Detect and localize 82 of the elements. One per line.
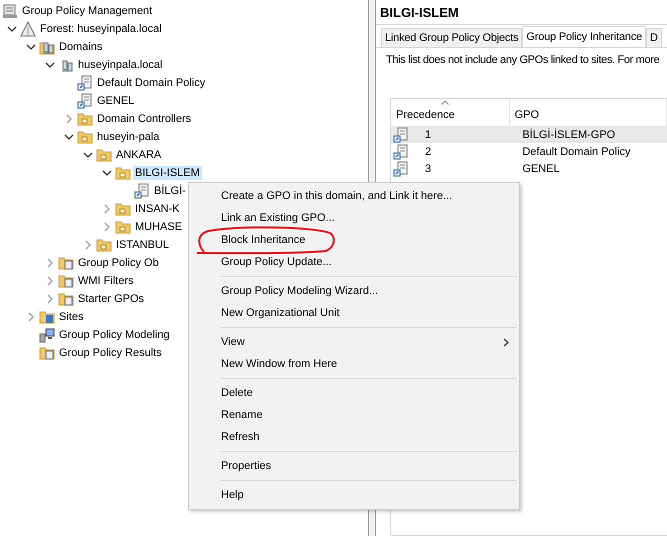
policy-shortcut-icon: [393, 160, 409, 176]
table-cell-text: 1: [424, 128, 432, 140]
computer-icon: [39, 327, 55, 343]
folder-icon: [58, 273, 74, 289]
chevron-right-icon[interactable]: [102, 222, 112, 232]
chevron-down-icon[interactable]: [45, 60, 55, 70]
tree-item[interactable]: Group Policy Results: [57, 346, 164, 360]
chevron-down-icon[interactable]: [26, 42, 36, 52]
folder-icon: [77, 129, 93, 145]
table-row[interactable]: 2 Default Domain Policy: [391, 143, 667, 160]
tree-item[interactable]: Forest: huseyinpala.local: [38, 22, 164, 36]
folder-icon: [39, 309, 55, 325]
tree-item[interactable]: Default Domain Policy: [95, 76, 208, 90]
folder-icon: [58, 291, 74, 307]
tree-item[interactable]: ISTANBUL: [114, 238, 171, 252]
chevron-right-icon[interactable]: [45, 258, 55, 268]
tree-item[interactable]: ANKARA: [114, 148, 164, 162]
folder-icon: [96, 237, 112, 253]
folder-icon: [58, 255, 74, 271]
policy-shortcut-icon: [134, 183, 150, 199]
chevron-right-icon[interactable]: [45, 294, 55, 304]
table-cell-text: Default Domain Policy: [521, 146, 632, 158]
tree-item[interactable]: huseyin-pala: [95, 130, 162, 144]
menu-item[interactable]: Create a GPO in this domain, and Link it here...: [189, 185, 519, 207]
table-cell-text: BİLGİ-İSLEM-GPO: [521, 128, 616, 140]
tree-item[interactable]: GENEL: [95, 94, 136, 108]
table-cell-text: 2: [424, 146, 432, 158]
menu-item[interactable]: Refresh: [189, 426, 519, 448]
policy-shortcut-icon: [77, 93, 93, 109]
menu-item[interactable]: Help: [189, 484, 519, 506]
tree-item[interactable]: Domains: [57, 40, 104, 54]
chevron-right-icon[interactable]: [102, 204, 112, 214]
folder-icon: [115, 201, 131, 217]
tree-item[interactable]: Starter GPOs: [76, 292, 146, 306]
policy-shortcut-icon: [77, 75, 93, 91]
chevron-down-icon[interactable]: [102, 168, 112, 178]
tree-item[interactable]: INSAN-K: [133, 202, 182, 216]
table-cell-text: 3: [424, 162, 432, 174]
tree-icon: [20, 21, 36, 37]
folder-icon: [115, 165, 131, 181]
table-row[interactable]: 1 BİLGİ-İSLEM-GPO: [391, 126, 667, 143]
menu-item[interactable]: Link an Existing GPO...: [189, 207, 519, 229]
tree-item[interactable]: Group Policy Management: [20, 4, 154, 18]
chevron-right-icon[interactable]: [64, 114, 74, 124]
tab[interactable]: D: [646, 28, 662, 47]
menu-item[interactable]: New Window from Here: [189, 353, 519, 375]
tree-item[interactable]: Sites: [57, 310, 86, 324]
chevron-down-icon[interactable]: [64, 132, 74, 142]
folder-icon: [96, 147, 112, 163]
chevron-right-icon[interactable]: [26, 312, 36, 322]
table-cell-text: GENEL: [521, 162, 561, 174]
menu-item[interactable]: Delete: [189, 382, 519, 404]
console-icon: [2, 3, 18, 19]
table-row[interactable]: 3 GENEL: [391, 160, 667, 177]
folder-icon: [115, 219, 131, 235]
tree-item[interactable]: BİLGİ-: [152, 184, 188, 198]
tab[interactable]: Linked Group Policy Objects: [381, 28, 522, 47]
tree-item[interactable]: Group Policy Ob: [76, 256, 161, 270]
chevron-right-icon[interactable]: [45, 276, 55, 286]
tab[interactable]: Group Policy Inheritance: [522, 26, 646, 47]
menu-item[interactable]: Group Policy Modeling Wizard...: [189, 280, 519, 302]
tree-item[interactable]: Group Policy Modeling: [57, 328, 172, 342]
folder-icon: [39, 345, 55, 361]
menu-item[interactable]: Block Inheritance: [189, 229, 519, 251]
info-text: This list does not include any GPOs linked to sites. For more: [385, 53, 660, 68]
tree-item[interactable]: BILGI-ISLEM: [133, 166, 202, 180]
chevron-down-icon[interactable]: [83, 150, 93, 160]
folder-icon: [77, 111, 93, 127]
menu-item[interactable]: New Organizational Unit: [189, 302, 519, 324]
chevron-down-icon[interactable]: [7, 24, 17, 34]
menu-item[interactable]: View: [189, 331, 519, 353]
menu-item[interactable]: Group Policy Update...: [189, 251, 519, 273]
policy-shortcut-icon: [393, 126, 409, 142]
pane-title: BILGI-ISLEM: [376, 0, 667, 25]
menu-item[interactable]: Properties: [189, 455, 519, 477]
tree-item[interactable]: huseyinpala.local: [76, 58, 164, 72]
tree-item[interactable]: Domain Controllers: [95, 112, 194, 126]
menu-item[interactable]: Rename: [189, 404, 519, 426]
tree-item[interactable]: MUHASE: [133, 220, 184, 234]
chevron-right-icon[interactable]: [83, 240, 93, 250]
policy-shortcut-icon: [393, 144, 409, 160]
tree-item[interactable]: WMI Filters: [76, 274, 136, 288]
